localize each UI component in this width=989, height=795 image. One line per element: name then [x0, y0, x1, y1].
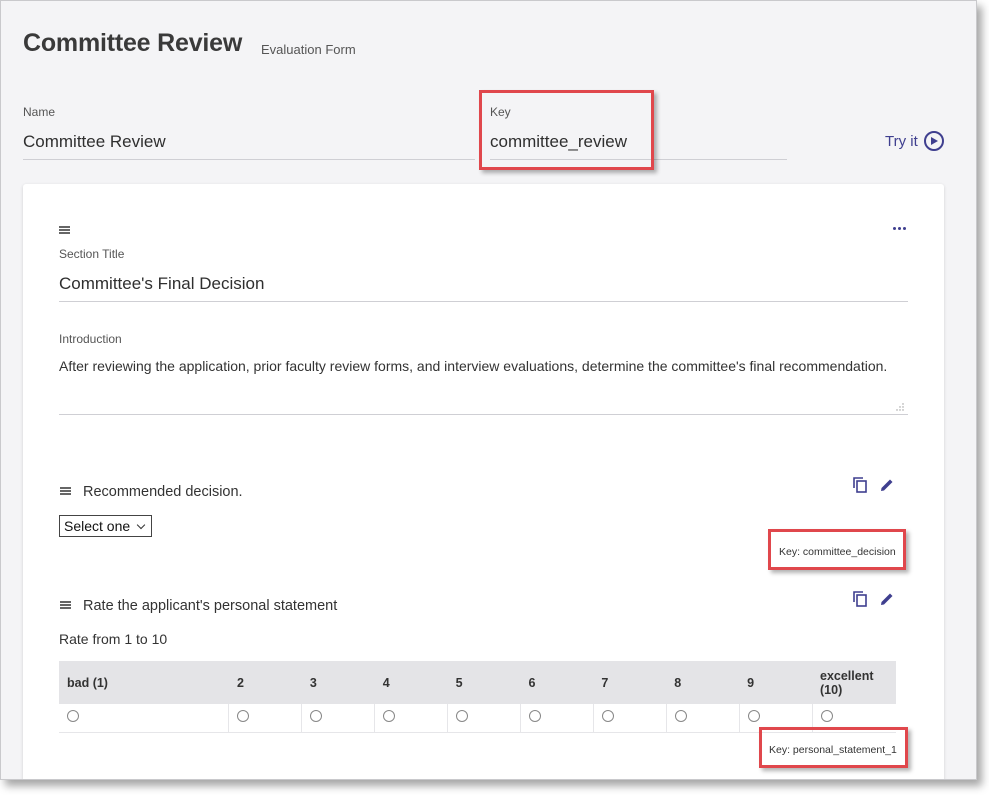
introduction-label: Introduction [59, 332, 122, 346]
rating-cell [374, 704, 448, 733]
rating-radio-7[interactable] [601, 709, 614, 722]
name-field-underline [23, 159, 475, 160]
page-title: Committee Review [23, 29, 243, 57]
play-circle-icon [923, 131, 944, 151]
question-text: Rate the applicant's personal statement [83, 598, 338, 614]
rating-cell [301, 704, 375, 733]
section-title-label: Section Title [59, 247, 125, 261]
rating-cell [228, 704, 302, 733]
decision-key-highlight-box [768, 529, 906, 570]
rating-radio-8[interactable] [674, 709, 687, 722]
page-subtitle: Evaluation Form [261, 42, 356, 57]
scale-header: 2 [228, 661, 302, 704]
rating-radio-5[interactable] [456, 709, 469, 722]
section-drag-handle-icon[interactable] [59, 226, 70, 235]
scale-header: bad (1) [59, 661, 229, 704]
scale-header: 7 [593, 661, 667, 704]
rating-cell [519, 704, 594, 733]
decision-select[interactable]: Select one [59, 515, 152, 537]
try-it-label: Try it [885, 132, 918, 150]
decision-select-value: Select one [64, 518, 131, 534]
rating-cell [665, 704, 740, 733]
scale-header: 8 [666, 661, 740, 704]
edit-pencil-icon[interactable] [880, 592, 894, 611]
rating-radio-3[interactable] [310, 709, 323, 722]
rate-range-label: Rate from 1 to 10 [59, 631, 168, 647]
personal-statement-key-highlight-box [759, 727, 908, 768]
resize-grip-icon[interactable] [896, 403, 904, 411]
section-card: Section Title Committee's Final Decision… [23, 184, 944, 779]
scale-header: 4 [374, 661, 448, 704]
rating-cell [592, 704, 667, 733]
key-highlight-box [479, 90, 654, 170]
rating-radio-9[interactable] [747, 709, 760, 722]
rating-radio-2[interactable] [237, 709, 250, 722]
scale-header: excellent (10) [812, 661, 896, 704]
rating-cell [447, 704, 521, 733]
section-title-underline [59, 301, 908, 302]
rating-radio-1[interactable] [67, 709, 79, 722]
app-window: Committee Review Evaluation Form Name Co… [0, 0, 977, 780]
rating-cell [59, 704, 229, 733]
question-drag-handle-icon[interactable] [60, 487, 71, 496]
try-it-button[interactable]: Try it [885, 131, 944, 151]
copy-icon[interactable] [853, 477, 867, 498]
rating-radio-4[interactable] [383, 709, 396, 722]
question-drag-handle-icon[interactable] [60, 601, 71, 610]
rating-scale-table: bad (1) 2 3 4 5 6 7 8 9 excellent (10) [59, 661, 896, 733]
more-options-icon[interactable] [893, 227, 906, 230]
scale-header: 5 [447, 661, 521, 704]
section-title-field[interactable]: Committee's Final Decision [59, 274, 264, 294]
chevron-down-icon [136, 520, 146, 529]
edit-pencil-icon[interactable] [880, 478, 894, 497]
introduction-textarea[interactable]: After reviewing the application, prior f… [59, 358, 887, 374]
scale-header: 3 [301, 661, 375, 704]
rating-radio-6[interactable] [528, 709, 541, 722]
scale-header: 6 [520, 661, 594, 704]
scale-header: 9 [739, 661, 812, 704]
name-label: Name [23, 105, 56, 119]
introduction-underline [59, 414, 908, 415]
rating-scale-header-row: bad (1) 2 3 4 5 6 7 8 9 excellent (10) [59, 661, 896, 704]
rating-radio-10[interactable] [820, 709, 833, 722]
copy-icon[interactable] [853, 591, 867, 612]
name-field[interactable]: Committee Review [23, 132, 166, 152]
question-text: Recommended decision. [83, 484, 243, 500]
